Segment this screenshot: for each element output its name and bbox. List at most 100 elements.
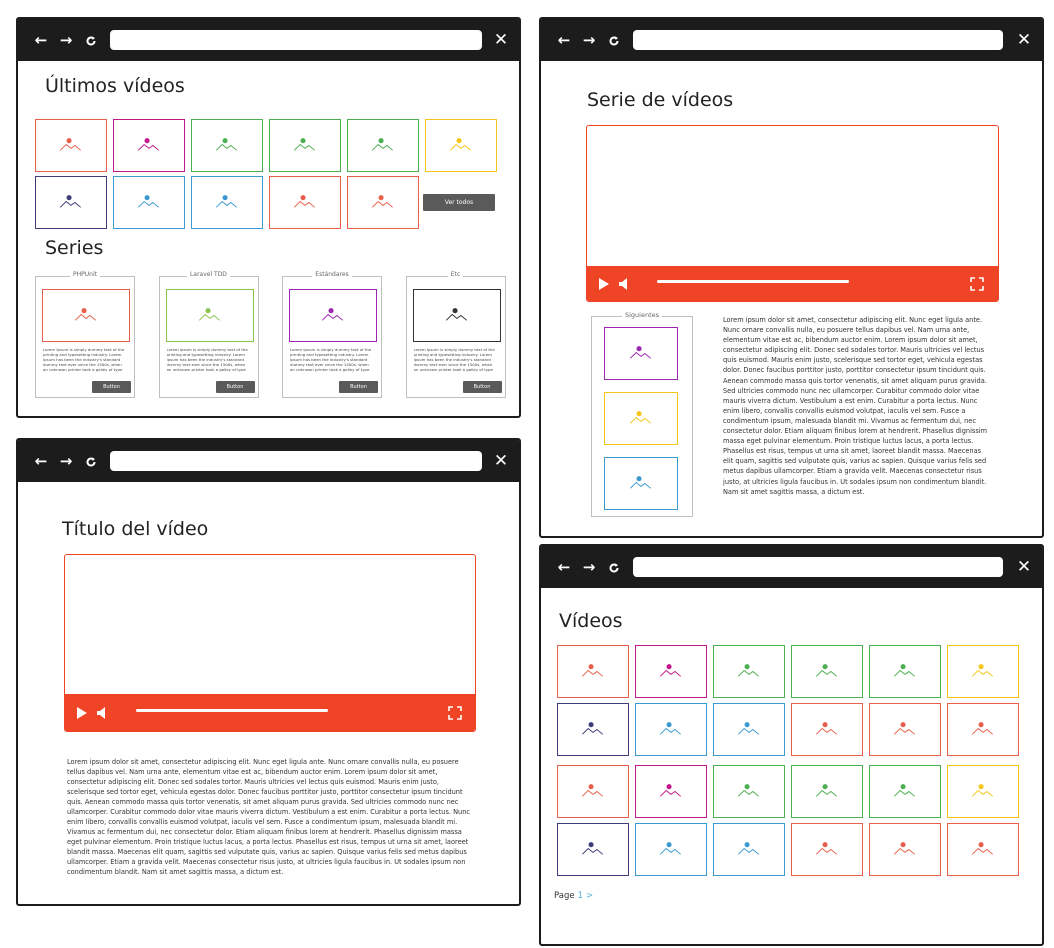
series-card-button[interactable]: Button [215, 381, 255, 393]
series-thumbnail[interactable] [42, 289, 130, 342]
series-card-button[interactable]: Button [92, 381, 131, 393]
image-placeholder-icon [581, 664, 604, 677]
video-thumbnail[interactable] [191, 176, 263, 229]
series-card[interactable]: PHPUnit Lorem Ipsum is simply dummy text … [35, 271, 135, 398]
video-thumbnail[interactable] [557, 765, 629, 818]
forward-icon[interactable]: → [579, 546, 599, 588]
fullscreen-icon[interactable] [970, 276, 984, 295]
video-thumbnail[interactable] [635, 703, 707, 756]
series-card-text: Lorem Ipsum is simply dummy text of the … [166, 347, 248, 373]
reload-icon[interactable] [81, 440, 101, 482]
video-thumbnail[interactable] [347, 176, 419, 229]
video-thumbnail[interactable] [947, 823, 1019, 876]
player-controls [587, 266, 998, 301]
video-thumbnail[interactable] [35, 176, 107, 229]
close-icon[interactable]: ✕ [491, 440, 511, 482]
video-thumbnail[interactable] [947, 765, 1019, 818]
video-player[interactable] [64, 554, 476, 732]
video-thumbnail[interactable] [713, 765, 785, 818]
next-video-thumbnail[interactable] [604, 327, 678, 380]
series-card[interactable]: Estándares Lorem Ipsum is simply dummy te… [282, 271, 382, 398]
video-thumbnail[interactable] [869, 645, 941, 698]
image-placeholder-icon [815, 842, 838, 855]
video-player[interactable] [586, 125, 999, 302]
video-thumbnail[interactable] [869, 703, 941, 756]
series-card[interactable]: Laravel TDD Lorem Ipsum is simply dummy t… [158, 271, 259, 398]
image-placeholder-icon [893, 722, 916, 735]
address-bar[interactable] [110, 30, 482, 50]
series-card[interactable]: Etc Lorem Ipsum is simply dummy text of t… [405, 271, 506, 398]
series-thumbnail[interactable] [289, 289, 377, 342]
video-thumbnail[interactable] [713, 645, 785, 698]
image-placeholder-icon [198, 308, 220, 321]
image-placeholder-icon [215, 195, 238, 208]
series-thumbnail[interactable] [165, 289, 254, 342]
volume-icon[interactable] [618, 276, 630, 295]
play-icon[interactable] [76, 705, 88, 724]
browser-toolbar: ← → ✕ [541, 546, 1042, 588]
image-placeholder-icon [971, 842, 994, 855]
play-icon[interactable] [598, 276, 610, 295]
browser-toolbar: ← → ✕ [18, 19, 519, 61]
address-bar[interactable] [110, 451, 482, 471]
next-videos-label: Siguientes [621, 311, 663, 319]
page-number-link[interactable]: 1 [578, 891, 583, 901]
video-thumbnail[interactable] [791, 765, 863, 818]
close-icon[interactable]: ✕ [1014, 546, 1034, 588]
reload-icon[interactable] [604, 19, 624, 61]
video-thumbnail[interactable] [791, 823, 863, 876]
series-card-name: PHPUnit [70, 271, 100, 278]
video-thumbnail[interactable] [347, 119, 419, 172]
image-placeholder-icon [59, 138, 82, 151]
video-thumbnail[interactable] [113, 119, 185, 172]
volume-icon[interactable] [96, 705, 108, 724]
address-bar[interactable] [633, 30, 1003, 50]
video-thumbnail[interactable] [713, 703, 785, 756]
view-all-button[interactable]: Ver todos [423, 194, 495, 211]
video-thumbnail[interactable] [425, 119, 497, 172]
series-card-text: Lorem Ipsum is simply dummy text of the … [413, 347, 495, 373]
series-card-button[interactable]: Button [462, 381, 502, 393]
back-icon[interactable]: ← [31, 19, 51, 61]
next-video-thumbnail[interactable] [604, 392, 678, 445]
reload-icon[interactable] [81, 19, 101, 61]
video-thumbnail[interactable] [869, 823, 941, 876]
video-thumbnail[interactable] [791, 645, 863, 698]
video-thumbnail[interactable] [635, 645, 707, 698]
videos-window: ← → ✕ Vídeos Page 1 > [539, 544, 1044, 946]
video-thumbnail[interactable] [269, 119, 341, 172]
video-thumbnail[interactable] [869, 765, 941, 818]
video-thumbnail[interactable] [557, 703, 629, 756]
fullscreen-icon[interactable] [448, 705, 462, 724]
address-bar[interactable] [633, 557, 1003, 577]
close-icon[interactable]: ✕ [1014, 19, 1034, 61]
image-placeholder-icon [971, 664, 994, 677]
forward-icon[interactable]: → [56, 440, 76, 482]
forward-icon[interactable]: → [579, 19, 599, 61]
video-thumbnail[interactable] [35, 119, 107, 172]
forward-icon[interactable]: → [56, 19, 76, 61]
next-video-thumbnail[interactable] [604, 457, 678, 510]
video-thumbnail[interactable] [557, 823, 629, 876]
video-thumbnail[interactable] [791, 703, 863, 756]
reload-icon[interactable] [604, 546, 624, 588]
video-thumbnail[interactable] [635, 765, 707, 818]
image-placeholder-icon [74, 308, 97, 321]
video-thumbnail[interactable] [113, 176, 185, 229]
video-thumbnail[interactable] [635, 823, 707, 876]
back-icon[interactable]: ← [554, 546, 574, 588]
close-icon[interactable]: ✕ [491, 19, 511, 61]
progress-bar[interactable] [136, 709, 328, 712]
video-thumbnail[interactable] [713, 823, 785, 876]
video-thumbnail[interactable] [947, 703, 1019, 756]
back-icon[interactable]: ← [554, 19, 574, 61]
progress-bar[interactable] [657, 280, 849, 283]
video-thumbnail[interactable] [947, 645, 1019, 698]
video-thumbnail[interactable] [191, 119, 263, 172]
video-thumbnail[interactable] [269, 176, 341, 229]
back-icon[interactable]: ← [31, 440, 51, 482]
next-page-link[interactable]: > [586, 891, 593, 901]
series-card-button[interactable]: Button [339, 381, 378, 393]
series-thumbnail[interactable] [412, 289, 501, 342]
video-thumbnail[interactable] [557, 645, 629, 698]
